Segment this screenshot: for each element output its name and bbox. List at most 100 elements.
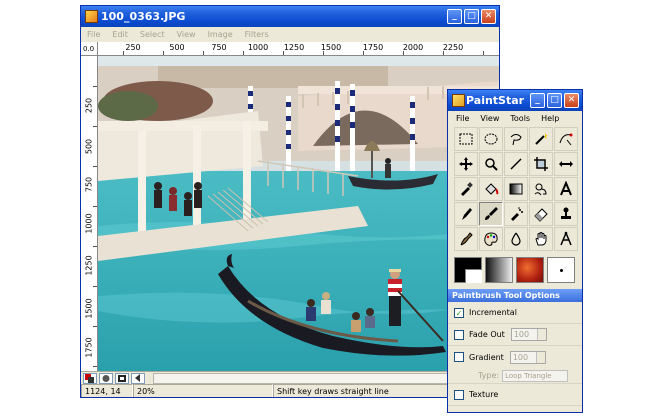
paintstar-titlebar[interactable]: PaintStar _ □ ✕ [448,90,582,111]
move-icon[interactable] [454,152,478,176]
h-ruler-label: 1750 [362,43,384,52]
fade-out-label: Fade Out [469,330,505,339]
image-window-title: 100_0363.JPG [101,10,186,23]
vertical-ruler: 250 500 750 1000 1250 1500 1750 [81,56,98,371]
zoom-icon[interactable] [479,152,503,176]
horizontal-ruler: 250 500 750 1000 1250 1500 1750 2000 225… [98,42,499,56]
fade-out-row: Fade Out 100 [448,324,582,346]
smudge-icon[interactable] [454,227,478,251]
airbrush-icon[interactable] [504,202,528,226]
menu-image[interactable]: Image [208,30,233,39]
gradient-swatch[interactable] [485,257,513,283]
stamp-icon[interactable] [554,202,578,226]
bottom-toolbar [81,371,499,384]
tool-options-title: Paintbrush Tool Options [448,289,582,302]
h-ruler-label: 1250 [283,43,305,52]
menu-select[interactable]: Select [140,30,165,39]
v-ruler-label: 500 [84,138,94,155]
eyedropper-icon[interactable] [454,177,478,201]
brush-shape-swatch[interactable] [547,257,575,283]
line-icon[interactable] [504,152,528,176]
v-ruler-label: 1500 [84,298,94,319]
maximize-button[interactable]: □ [464,9,479,24]
image-window: 100_0363.JPG _ □ ✕ File Edit Select View… [80,5,500,398]
paintstar-menubar: File View Tools Help [448,111,582,125]
venice-photo [98,56,499,371]
paintstar-app-icon [452,94,465,107]
fade-out-spinner[interactable]: 100 [510,328,547,341]
image-canvas[interactable] [98,56,499,371]
pattern-swatch[interactable] [516,257,544,283]
v-ruler-label: 1250 [84,255,94,276]
incremental-row: ✓ Incremental [448,302,582,324]
gradient-checkbox[interactable] [454,352,464,362]
paintstar-menu-file[interactable]: File [456,114,469,123]
paintstar-maximize-button[interactable]: □ [547,93,562,108]
menu-filters[interactable]: Filters [245,30,269,39]
status-zoom: 20% [133,384,273,397]
paintstar-menu-view[interactable]: View [480,114,499,123]
paintstar-menu-tools[interactable]: Tools [510,114,530,123]
status-bar: 1124, 14 20% Shift key draws straight li… [81,384,499,397]
menu-file[interactable]: File [87,30,100,39]
palette-icon[interactable] [479,227,503,251]
fg-bg-swap-icon[interactable] [83,372,97,384]
paintstar-minimize-button[interactable]: _ [530,93,545,108]
h-ruler-label: 1000 [247,43,269,52]
incremental-label: Incremental [469,308,517,317]
menu-view[interactable]: View [177,30,196,39]
drop-icon[interactable] [504,227,528,251]
paintstar-window: PaintStar _ □ ✕ File View Tools Help Pai… [447,89,583,413]
hand-icon[interactable] [529,227,553,251]
tool-palette [454,127,578,251]
h-ruler-label: 2000 [402,43,424,52]
scroll-left-icon[interactable] [131,372,145,384]
magic-wand-icon[interactable] [529,127,553,151]
v-ruler-label: 250 [84,97,94,114]
close-button[interactable]: ✕ [481,9,496,24]
eraser-icon[interactable] [529,202,553,226]
navigator-icon[interactable] [115,372,129,384]
type-label: Type: [478,371,500,380]
image-window-titlebar[interactable]: 100_0363.JPG _ □ ✕ [81,6,499,27]
paintbrush-icon[interactable] [479,202,503,226]
incremental-checkbox[interactable]: ✓ [454,307,464,318]
type-select[interactable]: Loop Triangle [502,369,569,382]
v-ruler-label: 1750 [84,337,94,358]
paintstar-title: PaintStar [466,94,525,107]
v-ruler-label: 1000 [84,213,94,234]
h-ruler-label: 500 [169,43,185,52]
gradient-spinner[interactable]: 100 [509,350,546,364]
bezier-icon[interactable] [554,127,578,151]
rect-select-icon[interactable] [454,127,478,151]
text-icon[interactable] [554,177,578,201]
gradient-label: Gradient [469,352,504,362]
h-ruler-label: 750 [211,43,227,52]
texture-label: Texture [469,390,499,399]
app-icon [85,10,98,23]
fade-out-checkbox[interactable] [454,329,464,340]
paintstar-menu-help[interactable]: Help [541,114,559,123]
pencil-icon[interactable] [454,202,478,226]
ellipse-select-icon[interactable] [479,127,503,151]
minimize-button[interactable]: _ [447,9,462,24]
resize-icon[interactable] [554,152,578,176]
clone-icon[interactable] [529,177,553,201]
texture-checkbox[interactable] [454,389,464,400]
gradient-icon[interactable] [504,177,528,201]
type-row: Type: Loop Triangle [448,368,582,384]
menu-edit[interactable]: Edit [112,30,128,39]
paint-bucket-icon[interactable] [479,177,503,201]
lasso-icon[interactable] [504,127,528,151]
texture-row: Texture [448,384,582,406]
paintstar-close-button[interactable]: ✕ [564,93,579,108]
quick-mask-icon[interactable] [99,372,113,384]
gradient-row: Gradient 100 [448,346,582,368]
h-ruler-label: 250 [125,43,141,52]
v-ruler-label: 750 [84,176,94,193]
ruler-corner: 0.0 [81,42,98,56]
foreground-color-swatch[interactable] [454,257,482,283]
compass-icon[interactable] [554,227,578,251]
color-swatches [454,257,582,283]
crop-icon[interactable] [529,152,553,176]
